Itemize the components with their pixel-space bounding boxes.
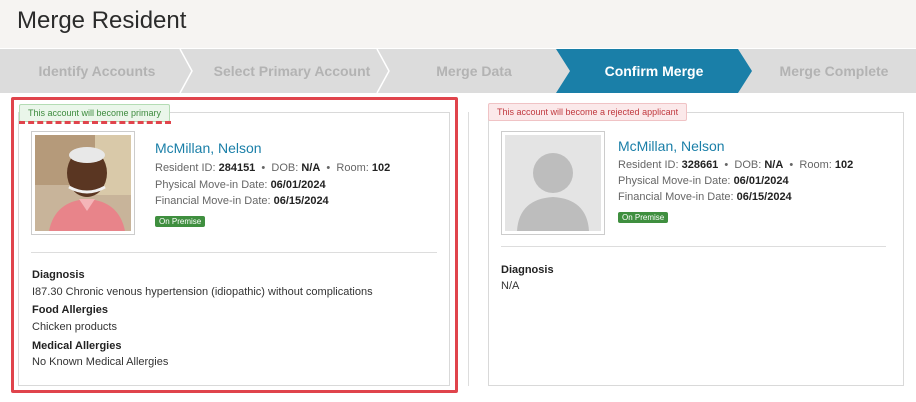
physical-move-in-value: 06/01/2024 <box>270 179 326 191</box>
column-divider <box>468 112 469 386</box>
diagnosis-value: N/A <box>501 280 520 292</box>
diagnosis-value: I87.30 Chronic venous hypertension (idio… <box>32 286 373 298</box>
resident-photo-image <box>35 135 131 231</box>
dob-label: DOB: <box>734 159 762 171</box>
physical-move-in-value: 06/01/2024 <box>733 175 789 187</box>
physical-move-in-line: Physical Move-in Date: 06/01/2024 <box>155 179 326 191</box>
step-merge-complete[interactable]: Merge Complete <box>752 49 916 93</box>
financial-move-in-label: Financial Move-in Date: <box>155 195 271 207</box>
step-identify-accounts[interactable]: Identify Accounts <box>0 49 194 93</box>
resident-id-label: Resident ID: <box>155 162 216 174</box>
financial-move-in-label: Financial Move-in Date: <box>618 191 734 203</box>
financial-move-in-line: Financial Move-in Date: 06/15/2024 <box>155 195 329 207</box>
page-header: Merge Resident <box>0 0 916 48</box>
financial-move-in-line: Financial Move-in Date: 06/15/2024 <box>618 191 792 203</box>
room-value: 102 <box>834 159 854 171</box>
physical-move-in-label: Physical Move-in Date: <box>155 179 268 191</box>
avatar-placeholder <box>501 131 605 235</box>
dob-label: DOB: <box>271 162 299 174</box>
resident-id-value: 284151 <box>218 162 256 174</box>
resident-id-value: 328661 <box>681 159 719 171</box>
rejected-tag: This account will become a rejected appl… <box>488 103 688 121</box>
room-label: Room: <box>799 159 832 171</box>
status-badge: On Premise <box>155 216 206 227</box>
resident-id-line: Resident ID: 284151 • DOB: N/A • Room: 1… <box>155 162 391 174</box>
resident-photo <box>31 131 135 235</box>
merge-steps: Identify Accounts Select Primary Account… <box>0 49 916 93</box>
resident-id-line: Resident ID: 328661 • DOB: N/A • Room: 1… <box>618 159 854 171</box>
primary-tag: This account will become primary <box>19 104 171 122</box>
step-merge-data[interactable]: Merge Data <box>390 49 558 93</box>
primary-tag-underline <box>19 121 171 124</box>
step-select-primary-account[interactable]: Select Primary Account <box>192 49 392 93</box>
diagnosis-title: Diagnosis <box>32 269 85 281</box>
financial-move-in-value: 06/15/2024 <box>736 191 792 203</box>
medical-allergies-value: No Known Medical Allergies <box>32 356 169 368</box>
page-title: Merge Resident <box>17 7 187 34</box>
physical-move-in-label: Physical Move-in Date: <box>618 175 731 187</box>
financial-move-in-value: 06/15/2024 <box>273 195 329 207</box>
resident-name[interactable]: McMillan, Nelson <box>155 140 262 156</box>
room-value: 102 <box>371 162 391 174</box>
physical-move-in-line: Physical Move-in Date: 06/01/2024 <box>618 175 789 187</box>
avatar-placeholder-icon <box>505 135 601 231</box>
step-confirm-merge[interactable]: Confirm Merge <box>570 49 738 93</box>
medical-allergies-title: Medical Allergies <box>32 340 122 352</box>
dob-value: N/A <box>764 159 784 171</box>
divider <box>501 246 886 247</box>
divider <box>31 252 437 253</box>
diagnosis-title: Diagnosis <box>501 264 554 276</box>
resident-id-label: Resident ID: <box>618 159 679 171</box>
status-badge: On Premise <box>618 212 669 223</box>
room-label: Room: <box>336 162 369 174</box>
food-allergies-value: Chicken products <box>32 321 117 333</box>
resident-name[interactable]: McMillan, Nelson <box>618 138 725 154</box>
food-allergies-title: Food Allergies <box>32 304 108 316</box>
dob-value: N/A <box>301 162 321 174</box>
